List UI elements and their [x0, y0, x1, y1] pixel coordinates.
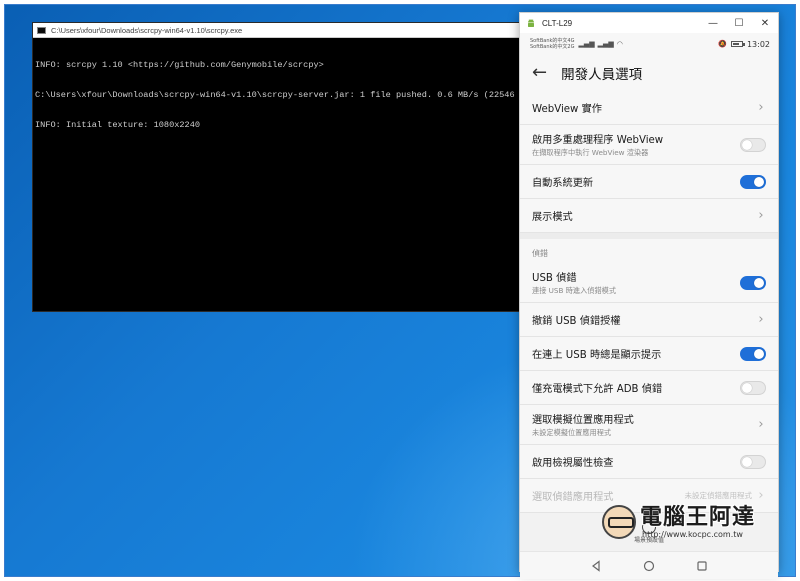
item-label: 選取偵錯應用程式 [532, 492, 614, 503]
android-statusbar: SoftBank的中文4G SoftBank的中文2G ▂▄▆ ▂▄▆ ◠ 🔕 … [520, 33, 778, 55]
toggle-knob [754, 277, 764, 288]
nav-recents-icon[interactable] [695, 559, 709, 573]
console-window[interactable]: C:\Users\xfour\Downloads\scrcpy-win64-v1… [32, 22, 522, 312]
wifi-icon: ◠ [616, 40, 623, 48]
item-summary: 連接 USB 時進入偵錯模式 [532, 286, 617, 295]
settings-item[interactable]: 展示模式 › [520, 199, 778, 233]
window-title: CLT-L29 [542, 18, 573, 28]
toggle-knob [754, 348, 764, 359]
item-text: 選取模擬位置應用程式 未設定模擬位置應用程式 [532, 411, 756, 438]
settings-item[interactable]: WebView 實作 › [520, 91, 778, 125]
item-label: 僅充電模式下允許 ADB 偵錯 [532, 384, 663, 395]
toggle-switch[interactable] [740, 346, 766, 361]
toggle-knob [742, 139, 752, 150]
toggle-knob [754, 176, 764, 187]
console-titlebar[interactable]: C:\Users\xfour\Downloads\scrcpy-win64-v1… [33, 23, 521, 38]
item-label: 展示模式 [532, 212, 573, 223]
item-text: 自動系統更新 [532, 174, 740, 189]
section-header-debugging: 偵錯 [520, 239, 778, 263]
item-summary: 未設定模擬位置應用程式 [532, 428, 612, 437]
chevron-right-icon: › [758, 312, 764, 327]
item-label: 自動系統更新 [532, 178, 594, 189]
console-line: INFO: Initial texture: 1080x2240 [35, 120, 201, 130]
toggle-knob [742, 382, 752, 393]
watermark-url: http://www.kocpc.com.tw [642, 529, 743, 539]
settings-item[interactable]: 自動系統更新 [520, 165, 778, 199]
settings-item[interactable]: 撤銷 USB 偵錯授權 › [520, 303, 778, 337]
mascot-logo [602, 505, 636, 539]
item-label: 撤銷 USB 偵錯授權 [532, 316, 621, 327]
toggle-switch[interactable] [740, 454, 766, 469]
carrier-2: SoftBank的中文2G [530, 44, 575, 50]
carrier-info: SoftBank的中文4G SoftBank的中文2G [530, 38, 574, 50]
settings-item[interactable]: 僅充電模式下允許 ADB 偵錯 [520, 371, 778, 405]
nav-home-icon[interactable] [642, 559, 656, 573]
android-navbar [520, 551, 778, 579]
console-line: C:\Users\xfour\Downloads\scrcpy-win64-v1… [35, 90, 521, 100]
minimize-button[interactable]: — [700, 13, 726, 33]
settings-item[interactable]: 選取模擬位置應用程式 未設定模擬位置應用程式 › [520, 405, 778, 445]
item-summary: 在擷取程序中執行 WebView 渲染器 [532, 148, 649, 157]
item-text: 啟用多重處理程序 WebView 在擷取程序中執行 WebView 渲染器 [532, 131, 740, 158]
item-text: 展示模式 [532, 208, 756, 223]
signal-icon: ▂▄▆ [597, 40, 614, 48]
window-titlebar[interactable]: CLT-L29 — ☐ ✕ [520, 13, 778, 33]
settings-list: WebView 實作 › 啟用多重處理程序 WebView 在擷取程序中執行 WebV… [520, 91, 778, 513]
mute-icon: 🔕 [718, 40, 727, 48]
item-label: 在連上 USB 時總是顯示提示 [532, 350, 662, 361]
item-text: 僅充電模式下允許 ADB 偵錯 [532, 380, 740, 395]
toggle-switch[interactable] [740, 174, 766, 189]
settings-item[interactable]: USB 偵錯連接 USB 時進入偵錯模式 [520, 263, 778, 303]
page-title: 開發人員選項 [561, 67, 643, 83]
toggle-switch[interactable] [740, 137, 766, 152]
battery-icon [730, 41, 745, 47]
item-text: USB 偵錯連接 USB 時進入偵錯模式 [532, 269, 740, 296]
watermark-name: 電腦王阿達 [640, 504, 756, 530]
console-title: C:\Users\xfour\Downloads\scrcpy-win64-v1… [51, 25, 243, 35]
item-label: 啟用多重處理程序 WebView [532, 135, 664, 146]
console-output: INFO: scrcpy 1.10 <https://github.com/Ge… [33, 38, 521, 152]
item-label: 啟用檢視屬性檢查 [532, 458, 614, 469]
console-line: INFO: scrcpy 1.10 <https://github.com/Ge… [35, 60, 324, 70]
settings-item[interactable]: 在連上 USB 時總是顯示提示 [520, 337, 778, 371]
chevron-right-icon: › [758, 417, 764, 432]
toggle-switch[interactable] [740, 275, 766, 290]
settings-item[interactable]: 啟用多重處理程序 WebView 在擷取程序中執行 WebView 渲染器 [520, 125, 778, 165]
back-arrow-icon[interactable]: ← [532, 64, 547, 82]
item-text: WebView 實作 [532, 100, 756, 115]
close-button[interactable]: ✕ [752, 13, 778, 33]
item-label: WebView 實作 [532, 104, 602, 115]
nav-back-icon[interactable] [589, 559, 603, 573]
android-icon [528, 19, 534, 27]
item-label: 選取模擬位置應用程式 [532, 415, 634, 426]
maximize-button[interactable]: ☐ [726, 13, 752, 33]
chevron-right-icon: › [758, 208, 764, 223]
item-text: 啟用檢視屬性檢查 [532, 454, 740, 469]
status-clock: 13:02 [746, 39, 770, 49]
item-text: 選取偵錯應用程式 [532, 488, 685, 503]
site-watermark: 電腦王阿達 http://www.kocpc.com.tw [602, 505, 755, 539]
signal-icon: ▂▄▆ [578, 40, 595, 48]
settings-item[interactable]: 啟用檢視屬性檢查 [520, 445, 778, 479]
item-label: USB 偵錯 [532, 273, 577, 284]
console-app-icon [37, 26, 46, 34]
scrcpy-window[interactable]: CLT-L29 — ☐ ✕ SoftBank的中文4G SoftBank的中文2… [519, 12, 779, 579]
item-text: 撤銷 USB 偵錯授權 [532, 312, 756, 327]
toggle-knob [742, 456, 752, 467]
app-bar: ← 開發人員選項 [520, 55, 778, 91]
chevron-right-icon: › [758, 100, 764, 115]
item-text: 在連上 USB 時總是顯示提示 [532, 346, 740, 361]
item-value: 未設定偵錯應用程式 [684, 491, 753, 500]
toggle-switch[interactable] [740, 380, 766, 395]
chevron-right-icon: › [758, 488, 764, 503]
